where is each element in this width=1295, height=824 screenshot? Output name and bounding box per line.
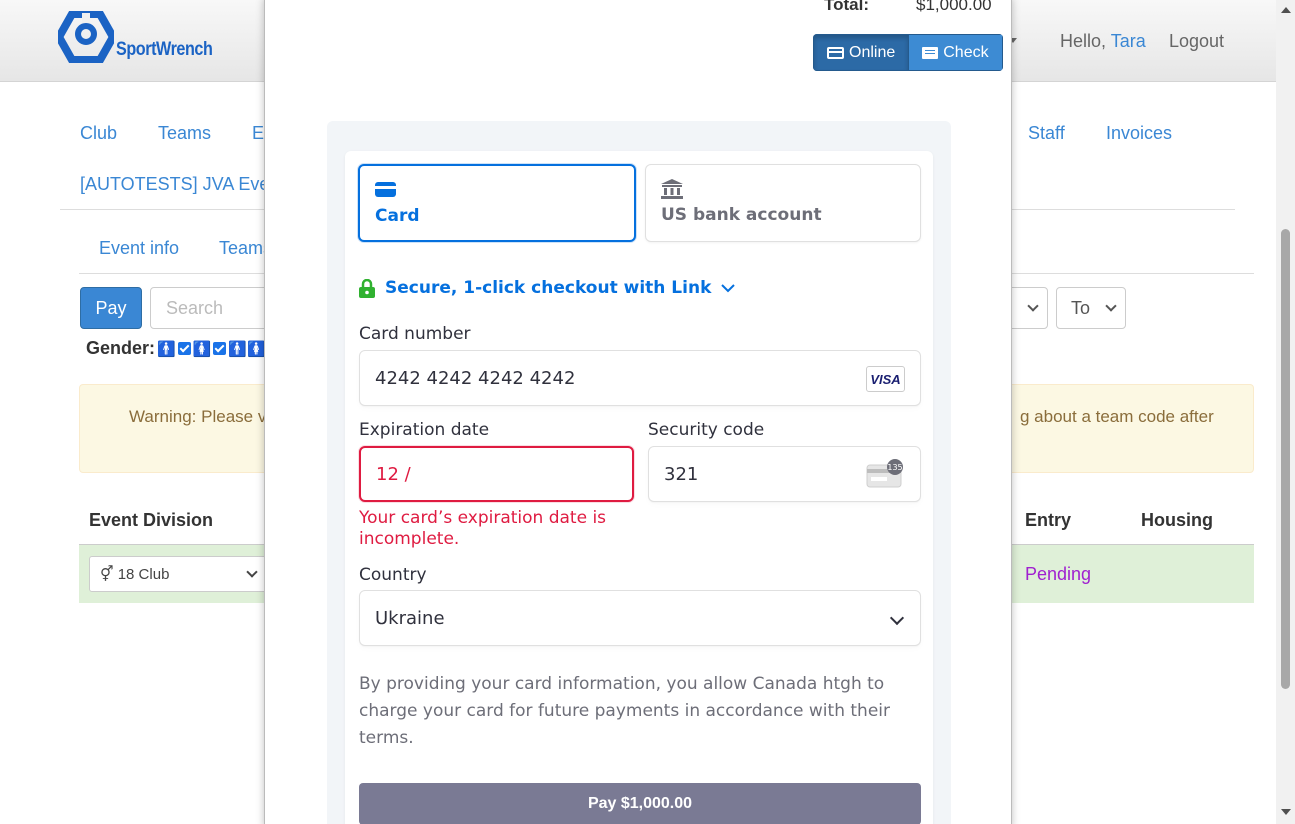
coed-icon: 🚹🚺 [228,340,266,358]
expiration-error: Your card’s expiration date is incomplet… [359,508,607,549]
expiration-label: Expiration date [359,420,490,440]
warning-text-right: g about a team code after [1020,407,1214,426]
greeting: Hello, Tara [1060,31,1146,52]
check-method-button[interactable]: Check [909,34,1003,71]
chevron-down-icon [1105,300,1117,312]
tab-card-label: Card [375,206,420,226]
page-scrollbar[interactable] [1276,0,1295,824]
check-icon [922,46,939,59]
country-select[interactable]: Ukraine [359,590,921,646]
male-icon: 🚹 [157,340,176,358]
to-select-label: To [1071,297,1091,318]
pay-submit-button[interactable]: Pay $1,000.00 [359,783,921,824]
tab-bank-label: US bank account [661,205,822,225]
country-label: Country [359,565,427,585]
tab-event-info[interactable]: Event info [99,238,179,259]
link-checkout-toggle[interactable]: Secure, 1-click checkout with Link [359,278,736,298]
bank-icon [661,179,683,199]
nav-staff[interactable]: Staff [1028,123,1065,144]
pay-button[interactable]: Pay [80,287,142,329]
brand-name: SportWrench [116,39,213,60]
division-select-value: ⚥ 18 Club [100,566,170,583]
gender-filter: Gender: 🚹 🚺 🚹🚺 [86,338,281,359]
male-checkbox[interactable] [177,342,191,355]
nav-events[interactable]: E [252,123,264,144]
scroll-thumb[interactable] [1281,229,1290,689]
chevron-down-icon [889,610,905,626]
total-value: $1,000.00 [916,0,992,14]
visa-icon: VISA [866,366,905,392]
card-icon [375,182,396,197]
chevron-down-icon [721,284,736,293]
header-entry: Entry [1025,510,1072,530]
scroll-down-icon[interactable] [1281,809,1291,815]
logout-link[interactable]: Logout [1169,31,1224,52]
nav-club[interactable]: Club [80,123,117,144]
scroll-up-icon[interactable] [1281,7,1291,13]
greeting-text: Hello, [1060,31,1107,51]
header-housing: Housing [1141,510,1213,530]
chevron-down-icon [246,566,258,578]
entry-status: Pending [1025,564,1092,584]
header-event-division: Event Division [89,510,214,530]
hexagon-logo-icon [58,11,114,63]
warning-text-left: Warning: Please v [129,407,267,426]
nav-invoices[interactable]: Invoices [1106,123,1172,144]
online-label: Online [849,43,896,61]
nav-teams[interactable]: Teams [158,123,211,144]
tab-us-bank-account[interactable]: US bank account [645,164,921,242]
mandate-terms: By providing your card information, you … [359,674,890,748]
tab-card[interactable]: Card [358,164,636,242]
gender-label: Gender: [86,338,156,358]
cvc-card-icon: 135 [866,459,903,488]
lock-icon [359,278,375,298]
payment-method-toggle: Online Check [813,34,1003,71]
card-number-input[interactable]: 4242 4242 4242 4242 VISA [359,350,921,406]
credit-card-icon [827,46,844,59]
payment-modal: Total: $1,000.00 Online Check Card US ba… [264,0,1012,824]
female-checkbox[interactable] [213,342,227,355]
female-icon: 🚺 [192,340,212,358]
card-number-value: 4242 4242 4242 4242 [375,367,576,389]
expiration-value: 12 / [376,463,411,485]
online-method-button[interactable]: Online [813,34,910,71]
chevron-down-icon [1027,300,1039,312]
security-code-input[interactable]: 321 135 [648,446,921,502]
check-label: Check [943,43,989,61]
sportwrench-logo[interactable]: SportWrench [58,11,229,63]
total-label: Total: [824,0,870,14]
user-name-link[interactable]: Tara [1111,31,1146,51]
event-title-link[interactable]: [AUTOTESTS] JVA Eve [80,174,269,195]
division-select[interactable]: ⚥ 18 Club [89,556,269,592]
to-select[interactable]: To [1056,287,1126,329]
link-checkout-text: Secure, 1-click checkout with Link [385,278,712,298]
card-number-label: Card number [359,324,471,344]
cvc-hint-text: 135 [887,463,902,472]
expiration-input[interactable]: 12 / [359,446,634,502]
security-code-value: 321 [664,463,699,485]
security-code-label: Security code [648,420,765,440]
country-value: Ukraine [375,607,445,629]
